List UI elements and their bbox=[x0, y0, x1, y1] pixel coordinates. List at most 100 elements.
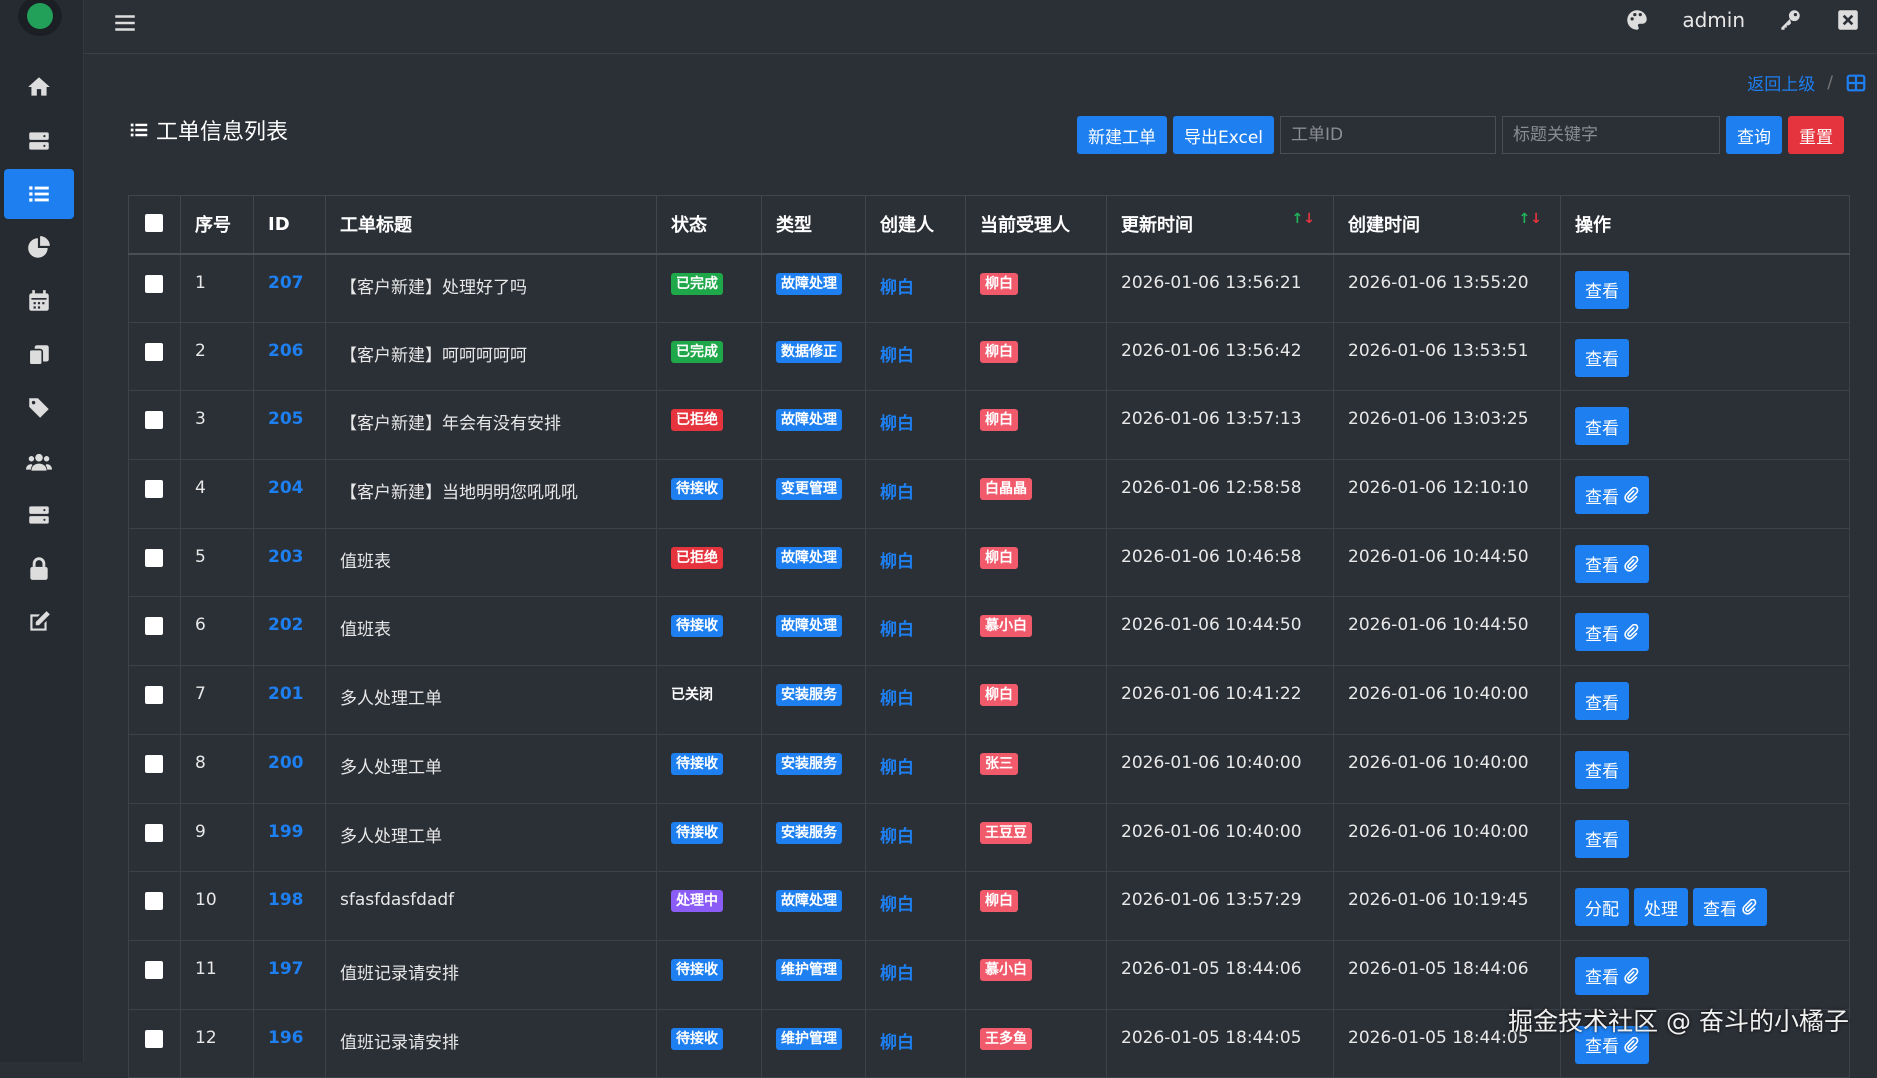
creator-name[interactable]: 柳白 bbox=[880, 620, 914, 640]
row-checkbox[interactable] bbox=[145, 548, 163, 567]
view-button[interactable]: 查看 bbox=[1693, 888, 1767, 927]
creator-name[interactable]: 柳白 bbox=[880, 346, 914, 366]
sidebar-item-users[interactable] bbox=[4, 437, 74, 487]
creator-name[interactable]: 柳白 bbox=[880, 689, 914, 709]
type-badge: 安装服务 bbox=[776, 684, 842, 707]
header-updated-label: 更新时间 bbox=[1121, 215, 1193, 237]
view-button[interactable]: 查看 bbox=[1575, 476, 1649, 515]
row-checkbox[interactable] bbox=[145, 274, 163, 293]
row-checkbox[interactable] bbox=[145, 411, 163, 430]
new-ticket-button[interactable]: 新建工单 bbox=[1077, 116, 1167, 154]
grid-icon[interactable] bbox=[1845, 72, 1867, 94]
view-button[interactable]: 查看 bbox=[1575, 407, 1629, 446]
row-checkbox[interactable] bbox=[145, 686, 163, 705]
logo[interactable] bbox=[18, 0, 62, 36]
page-title: 工单信息列表 bbox=[128, 114, 288, 146]
creator-name[interactable]: 柳白 bbox=[880, 1033, 914, 1053]
process-button[interactable]: 处理 bbox=[1634, 888, 1688, 927]
sidebar-item-edit[interactable] bbox=[4, 597, 74, 647]
table-row[interactable]: 11 197 值班记录请安排 待接收 维护管理 柳白 慕小白 2026-01-05 18:44… bbox=[128, 939, 1850, 1010]
ticket-id-link[interactable]: 205 bbox=[268, 409, 304, 429]
row-checkbox[interactable] bbox=[145, 754, 163, 773]
menu-toggle-icon[interactable] bbox=[112, 10, 138, 36]
creator-name[interactable]: 柳白 bbox=[880, 827, 914, 847]
ticket-id-link[interactable]: 202 bbox=[268, 615, 304, 635]
creator-name[interactable]: 柳白 bbox=[880, 758, 914, 778]
ticket-id-link[interactable]: 199 bbox=[268, 822, 304, 842]
row-checkbox[interactable] bbox=[145, 960, 163, 979]
sidebar-item-pie-chart[interactable] bbox=[4, 223, 74, 273]
ticket-id-link[interactable]: 206 bbox=[268, 341, 304, 361]
creator-name[interactable]: 柳白 bbox=[880, 552, 914, 572]
sort-icon[interactable]: ↑↓ bbox=[1519, 211, 1542, 227]
creator-name[interactable]: 柳白 bbox=[880, 895, 914, 915]
table-row[interactable]: 5 203 值班表 已拒绝 故障处理 柳白 柳白 2026-01-06 10:46:58 202… bbox=[128, 527, 1850, 598]
view-button[interactable]: 查看 bbox=[1575, 682, 1629, 721]
view-button[interactable]: 查看 bbox=[1575, 956, 1649, 995]
sidebar-item-lock[interactable] bbox=[4, 544, 74, 594]
view-button[interactable]: 查看 bbox=[1575, 819, 1629, 858]
sidebar-item-server[interactable] bbox=[4, 116, 74, 166]
table-row[interactable]: 2 206 【客户新建】呵呵呵呵呵 已完成 数据修正 柳白 柳白 2026-01-06 13:… bbox=[128, 321, 1850, 392]
table-row[interactable]: 1 207 【客户新建】处理好了吗 已完成 故障处理 柳白 柳白 2026-01-06 13:… bbox=[128, 253, 1850, 323]
creator-name[interactable]: 柳白 bbox=[880, 278, 914, 298]
row-select-cell bbox=[128, 527, 181, 598]
ticket-id-link[interactable]: 204 bbox=[268, 478, 304, 498]
row-id-cell: 204 bbox=[253, 459, 326, 529]
key-icon[interactable] bbox=[1777, 7, 1803, 33]
header-created[interactable]: 创建时间 ↑↓ bbox=[1333, 195, 1561, 255]
view-button[interactable]: 查看 bbox=[1575, 613, 1649, 652]
table-row[interactable]: 7 201 多人处理工单 已关闭 安装服务 柳白 柳白 2026-01-06 10:41:22… bbox=[128, 665, 1850, 735]
reset-button[interactable]: 重置 bbox=[1788, 116, 1845, 154]
ticket-id-link[interactable]: 203 bbox=[268, 547, 304, 567]
row-checkbox[interactable] bbox=[145, 480, 163, 499]
view-button[interactable]: 查看 bbox=[1575, 544, 1649, 583]
creator-name[interactable]: 柳白 bbox=[880, 964, 914, 984]
sort-icon[interactable]: ↑↓ bbox=[1292, 211, 1315, 227]
assignee-badge: 柳白 bbox=[980, 546, 1018, 569]
ticket-id-link[interactable]: 207 bbox=[268, 273, 304, 293]
table-row[interactable]: 8 200 多人处理工单 待接收 安装服务 柳白 张三 2026-01-06 10:40:00… bbox=[128, 733, 1850, 804]
view-button[interactable]: 查看 bbox=[1575, 270, 1629, 309]
header-updated[interactable]: 更新时间 ↑↓ bbox=[1106, 195, 1334, 255]
username[interactable]: admin bbox=[1682, 8, 1745, 32]
ticket-id-link[interactable]: 200 bbox=[268, 753, 304, 773]
sidebar-item-calendar[interactable] bbox=[4, 276, 74, 326]
sidebar-item-home[interactable] bbox=[4, 62, 74, 112]
row-checkbox[interactable] bbox=[145, 892, 163, 911]
row-checkbox[interactable] bbox=[145, 1029, 163, 1048]
row-checkbox[interactable] bbox=[145, 823, 163, 842]
ticket-id-input[interactable] bbox=[1280, 116, 1497, 154]
palette-icon[interactable] bbox=[1624, 7, 1650, 33]
table-row[interactable]: 10 198 sfasfdasfdadf 处理中 故障处理 柳白 柳白 2026-01-06 … bbox=[128, 871, 1850, 941]
sidebar-item-tags[interactable] bbox=[4, 383, 74, 433]
table-row[interactable]: 6 202 值班表 待接收 故障处理 柳白 慕小白 2026-01-06 10:44:50 20… bbox=[128, 596, 1850, 667]
type-badge: 故障处理 bbox=[776, 615, 842, 638]
table-row[interactable]: 3 205 【客户新建】年会有没有安排 已拒绝 故障处理 柳白 柳白 2026-01-06 1… bbox=[128, 390, 1850, 461]
table-row[interactable]: 4 204 【客户新建】当地明明您吼吼吼 待接收 变更管理 柳白 白晶晶 2026-01-06… bbox=[128, 459, 1850, 529]
sidebar-item-database[interactable] bbox=[4, 490, 74, 540]
back-link[interactable]: 返回上级 bbox=[1747, 70, 1815, 95]
view-button[interactable]: 查看 bbox=[1575, 750, 1629, 789]
title-keyword-input[interactable] bbox=[1502, 116, 1721, 154]
export-excel-button[interactable]: 导出Excel bbox=[1173, 116, 1275, 154]
sidebar-item-list[interactable] bbox=[4, 169, 74, 219]
row-checkbox[interactable] bbox=[145, 617, 163, 636]
row-title: 多人处理工单 bbox=[325, 802, 657, 873]
ticket-id-link[interactable]: 198 bbox=[268, 890, 304, 910]
ticket-id-link[interactable]: 196 bbox=[268, 1028, 304, 1048]
assign-button[interactable]: 分配 bbox=[1575, 888, 1629, 927]
row-actions-cell: 查看 bbox=[1560, 253, 1850, 323]
table-row[interactable]: 9 199 多人处理工单 待接收 安装服务 柳白 王豆豆 2026-01-06 10:40:0… bbox=[128, 802, 1850, 873]
ticket-id-link[interactable]: 197 bbox=[268, 959, 304, 979]
creator-name[interactable]: 柳白 bbox=[880, 483, 914, 503]
sidebar-item-copy[interactable] bbox=[4, 330, 74, 380]
ticket-id-link[interactable]: 201 bbox=[268, 684, 304, 704]
row-checkbox[interactable] bbox=[145, 342, 163, 361]
close-icon[interactable] bbox=[1835, 7, 1861, 33]
row-status-cell: 已完成 bbox=[656, 321, 762, 392]
creator-name[interactable]: 柳白 bbox=[880, 414, 914, 434]
view-button[interactable]: 查看 bbox=[1575, 338, 1629, 377]
select-all-checkbox[interactable] bbox=[145, 213, 163, 232]
query-button[interactable]: 查询 bbox=[1726, 116, 1783, 154]
